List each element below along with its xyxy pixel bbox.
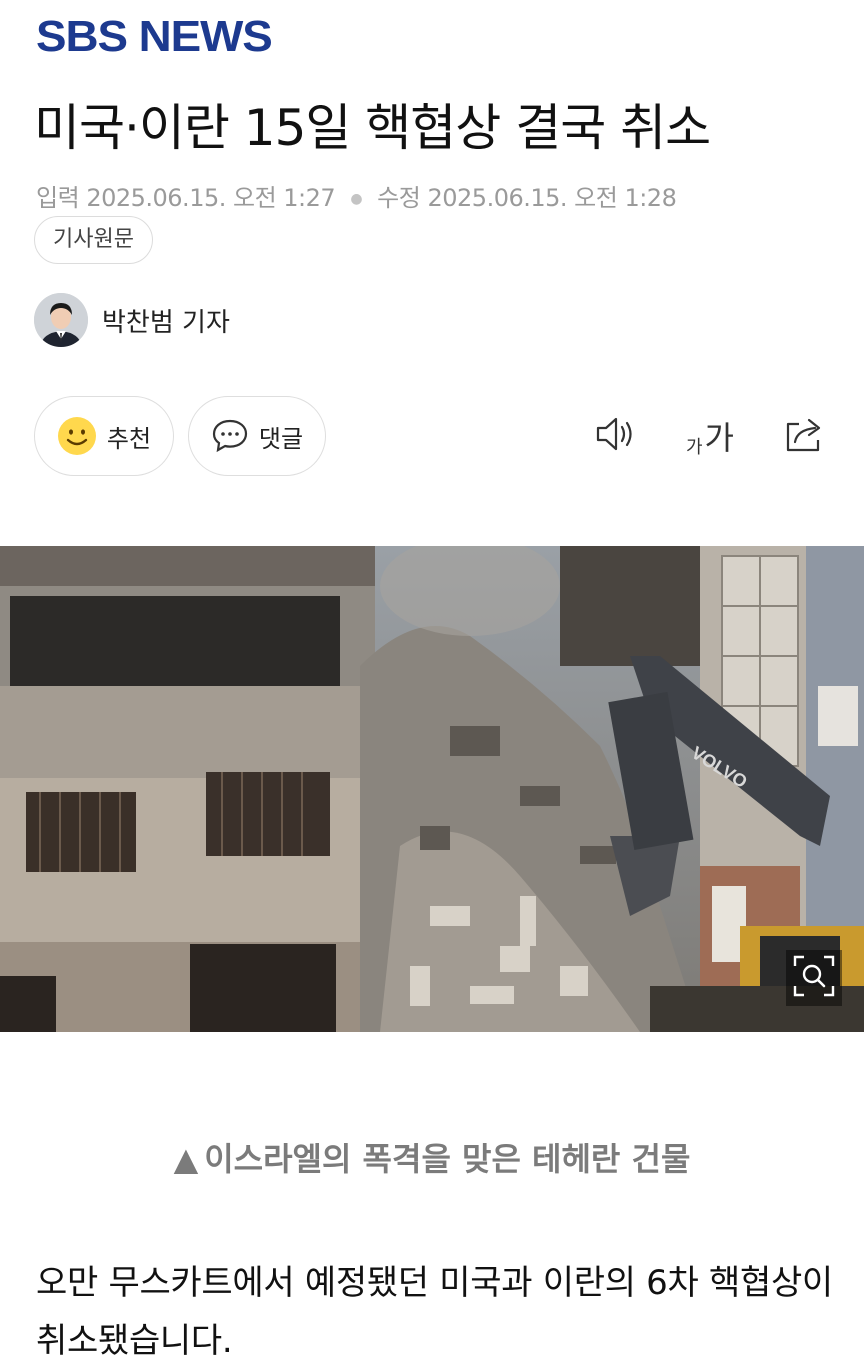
font-small-label: 가 [685,437,703,458]
reporter-avatar [34,293,88,347]
modified-time: 2025.06.15. 오전 1:28 [427,184,677,212]
sbs-news-logo[interactable]: SBS NEWS [36,12,273,62]
share-icon [783,414,825,458]
font-large-label: 가 [704,419,734,457]
meta-separator: ● [350,191,363,207]
article-meta: 입력 2025.06.15. 오전 1:27 ● 수정 2025.06.15. … [36,178,677,213]
recommend-button[interactable]: 추천 [34,396,174,476]
caption-triangle: ▲ [173,1140,199,1178]
speaker-icon [594,414,638,458]
original-article-button[interactable]: 기사원문 [34,216,153,264]
zoom-icon [792,954,836,1002]
font-size-button[interactable]: 가 가 [682,412,738,460]
article-photo[interactable]: VOLVO [0,546,864,1032]
article-body: 오만 무스카트에서 예정됐던 미국과 이란의 6차 핵협상이 취소됐습니다. [36,1263,833,1361]
recommend-label: 추천 [106,424,152,453]
photo-caption: ▲ 이스라엘의 폭격을 맞은 테헤란 건물 [0,1134,864,1180]
input-time: 2025.06.15. 오전 1:27 [86,184,336,212]
input-label: 입력 [36,184,80,212]
smiley-icon [57,416,97,456]
zoom-button[interactable] [786,950,842,1006]
font-size-icon: 가 가 [686,413,734,459]
share-button[interactable] [780,412,828,460]
comment-button[interactable]: 댓글 [188,396,326,476]
destroyed-building-image: VOLVO [0,546,864,1032]
reporter-info[interactable]: 박찬범 기자 [34,292,230,348]
modified-label: 수정 [377,184,421,212]
tts-button[interactable] [592,412,640,460]
caption-text: 이스라엘의 폭격을 맞은 테헤란 건물 [204,1140,691,1178]
reporter-name[interactable]: 박찬범 기자 [102,302,230,339]
speech-bubble-icon [211,418,249,454]
article-title: 미국·이란 15일 핵협상 결국 취소 [34,99,711,157]
comment-label: 댓글 [258,424,304,453]
